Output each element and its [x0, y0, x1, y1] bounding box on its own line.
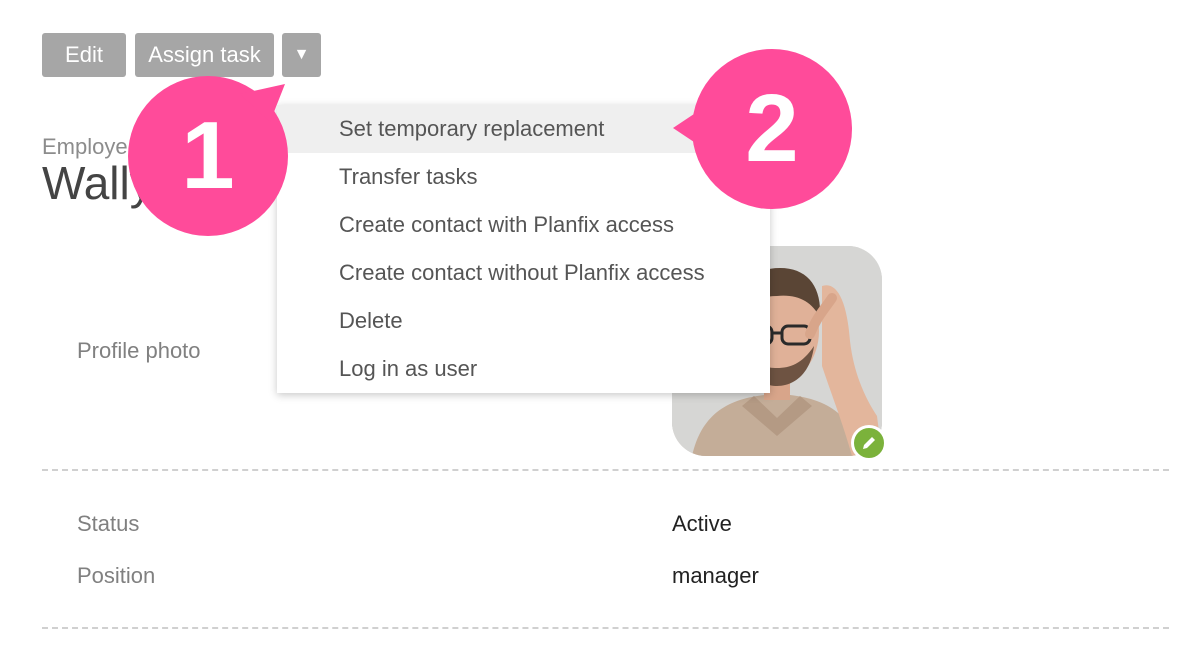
menu-item-create-contact-without-access[interactable]: Create contact without Planfix access	[277, 249, 770, 297]
callout-badge-1: 1	[128, 76, 288, 236]
edit-photo-button[interactable]	[851, 425, 887, 461]
callout-badge-2: 2	[673, 49, 852, 209]
section-divider	[42, 469, 1169, 471]
pencil-icon	[863, 437, 875, 449]
callout-number-1: 1	[181, 102, 234, 209]
chevron-down-icon: ▼	[293, 46, 310, 63]
callout-number-2: 2	[745, 75, 798, 182]
section-divider	[42, 627, 1169, 629]
status-value: Active	[672, 511, 732, 536]
status-label: Status	[77, 511, 140, 536]
more-actions-button[interactable]: ▼	[282, 33, 321, 77]
assign-task-button[interactable]: Assign task	[135, 33, 274, 77]
edit-button[interactable]: Edit	[42, 33, 126, 77]
menu-item-delete[interactable]: Delete	[277, 297, 770, 345]
position-label: Position	[77, 563, 156, 588]
menu-item-log-in-as-user[interactable]: Log in as user	[277, 345, 770, 393]
profile-photo-label: Profile photo	[77, 338, 201, 363]
position-value: manager	[672, 563, 759, 588]
